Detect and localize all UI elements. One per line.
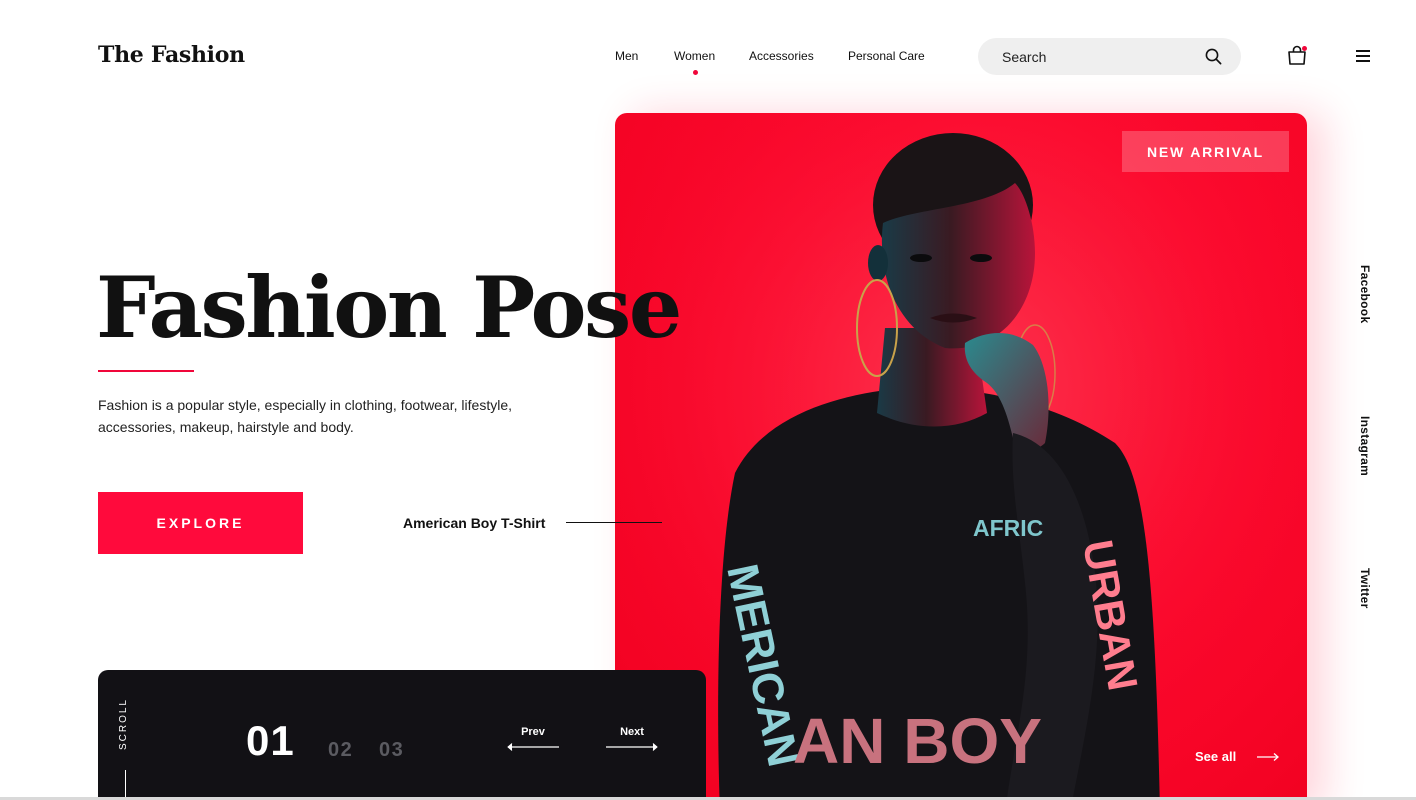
slider-panel: SCROLL 01 02 03 Prev Next <box>98 670 706 800</box>
scroll-indicator-line <box>125 770 126 800</box>
hamburger-menu-icon[interactable] <box>1352 48 1370 64</box>
next-label: Next <box>620 726 644 738</box>
social-link-twitter[interactable]: Twitter <box>1358 568 1372 609</box>
title-underline <box>98 370 194 372</box>
slide-number-02[interactable]: 02 <box>328 739 353 762</box>
new-arrival-badge[interactable]: NEW ARRIVAL <box>1122 131 1289 172</box>
product-pointer-line <box>566 522 662 523</box>
see-all-link[interactable]: See all <box>1195 749 1236 764</box>
shirt-print-bottom: AN BOY <box>793 705 1042 777</box>
cart-button[interactable] <box>1286 45 1308 67</box>
next-button[interactable]: Next <box>604 726 660 756</box>
logo[interactable]: The Fashion <box>98 42 245 68</box>
scroll-label: SCROLL <box>118 698 129 751</box>
arrow-left-icon <box>507 743 559 751</box>
arrow-right-icon[interactable] <box>1256 751 1280 763</box>
social-link-facebook[interactable]: Facebook <box>1358 265 1372 323</box>
nav-item-accessories[interactable]: Accessories <box>749 49 814 63</box>
product-label[interactable]: American Boy T-Shirt <box>403 515 545 531</box>
hero-title: Fashion Pose <box>96 258 682 357</box>
search-input[interactable]: Search <box>978 38 1241 75</box>
search-icon[interactable] <box>1205 48 1222 65</box>
explore-button[interactable]: EXPLORE <box>98 492 303 554</box>
search-placeholder: Search <box>1002 49 1047 65</box>
slide-number-current[interactable]: 01 <box>246 717 295 765</box>
social-link-instagram[interactable]: Instagram <box>1358 416 1372 476</box>
prev-label: Prev <box>521 726 545 738</box>
hero-description: Fashion is a popular style, especially i… <box>98 397 512 435</box>
arrow-right-icon <box>606 743 658 751</box>
model-photo: AFRIC MERICAN AN BOY URBAN <box>615 113 1307 800</box>
slide-number-03[interactable]: 03 <box>379 739 404 762</box>
cart-notification-dot <box>1302 46 1307 51</box>
nav-item-men[interactable]: Men <box>615 49 638 63</box>
nav-item-personal-care[interactable]: Personal Care <box>848 49 925 63</box>
nav-item-women[interactable]: Women <box>674 49 715 75</box>
prev-button[interactable]: Prev <box>505 726 561 756</box>
hero-image-card: AFRIC MERICAN AN BOY URBAN NEW ARRIVAL S… <box>615 113 1307 800</box>
shirt-print-chest: AFRIC <box>973 515 1043 541</box>
